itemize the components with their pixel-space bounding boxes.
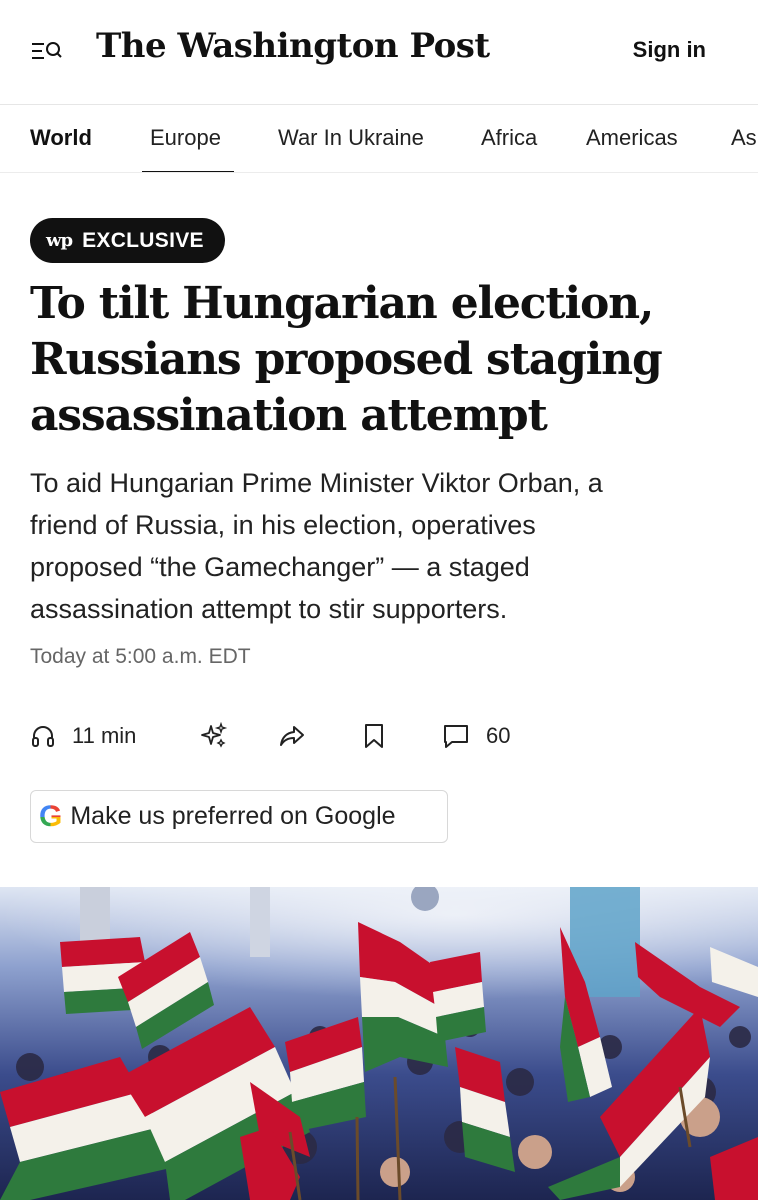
comments-count: 60	[486, 723, 511, 748]
google-preferred-label: Make us preferred on Google	[70, 802, 396, 830]
tab-war-in-ukraine[interactable]: War In Ukraine	[278, 125, 424, 151]
dek-line: assassination attempt to stir supporters…	[30, 594, 508, 624]
share-button[interactable]	[278, 716, 306, 756]
dek-line: friend of Russia, in his election, opera…	[30, 510, 536, 540]
article-headline: To tilt Hungarian election, Russians pro…	[30, 276, 730, 444]
headline-line: assassination attempt	[30, 390, 548, 441]
masthead: The Washington Post Sign in	[0, 0, 758, 105]
active-tab-underline	[142, 171, 234, 172]
google-preferred-button[interactable]: G Make us preferred on Google	[30, 790, 448, 843]
bookmark-button[interactable]	[362, 716, 386, 756]
article-dek: To aid Hungarian Prime Minister Viktor O…	[30, 462, 720, 630]
exclusive-badge: wp EXCLUSIVE	[30, 218, 225, 263]
headline-line: Russians proposed staging	[30, 334, 663, 385]
sparkle-icon	[201, 722, 228, 748]
tab-africa[interactable]: Africa	[481, 125, 537, 151]
comment-icon	[444, 725, 468, 748]
tab-europe[interactable]: Europe	[150, 125, 221, 151]
ai-summary-button[interactable]	[200, 716, 228, 756]
article-actions: 11 min 60	[30, 716, 730, 756]
listen-button[interactable]: 11 min	[30, 716, 136, 756]
dek-line: To aid Hungarian Prime Minister Viktor O…	[30, 468, 603, 498]
tab-asia[interactable]: As	[731, 125, 757, 151]
headline-line: To tilt Hungarian election,	[30, 278, 654, 329]
comments-button[interactable]: 60	[442, 716, 510, 756]
menu-search-icon[interactable]	[30, 36, 64, 66]
share-icon	[280, 726, 304, 746]
hungarian-flags-rally-image	[0, 887, 758, 1200]
article-timestamp: Today at 5:00 a.m. EDT	[30, 645, 251, 668]
badge-label: EXCLUSIVE	[82, 228, 204, 252]
site-logo[interactable]: The Washington Post	[96, 26, 490, 66]
listen-duration: 11 min	[72, 723, 137, 748]
bookmark-icon	[365, 724, 383, 748]
sign-in-button[interactable]: Sign in	[633, 37, 706, 63]
wp-logo-icon: wp	[46, 230, 73, 251]
tab-americas[interactable]: Americas	[586, 125, 678, 151]
headphones-icon	[32, 726, 54, 747]
google-g-icon: G	[39, 799, 63, 833]
tab-world[interactable]: World	[30, 125, 92, 151]
dek-line: proposed “the Gamechanger” — a staged	[30, 552, 530, 582]
section-nav: World Europe War In Ukraine Africa Ameri…	[0, 105, 758, 173]
hero-photo	[0, 887, 758, 1200]
